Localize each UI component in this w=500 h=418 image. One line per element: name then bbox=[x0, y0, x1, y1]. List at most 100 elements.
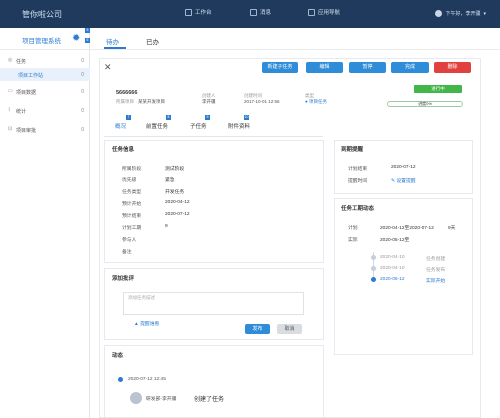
actual-label: 实际 bbox=[348, 238, 358, 243]
sidebar-item-workstation[interactable]: 项目工作站 0 bbox=[0, 68, 90, 81]
actual-range: 2020-05-12至 bbox=[380, 238, 410, 243]
tab-todo[interactable]: 待办 bbox=[106, 36, 119, 46]
gear-icon[interactable]: ✹ bbox=[72, 33, 80, 44]
avatar bbox=[435, 10, 443, 17]
grid-icon bbox=[308, 8, 315, 16]
activity-title: 动态 bbox=[112, 353, 124, 359]
sidebar-item-statistics[interactable]: ⌇ 统计 0 bbox=[0, 104, 90, 117]
chart-icon: ⌇ bbox=[8, 107, 11, 113]
mention-link[interactable]: ▲ 提醒谁看 bbox=[134, 320, 159, 327]
user-icon: ▲ bbox=[134, 322, 139, 327]
annotation-marker: 8 bbox=[166, 115, 171, 120]
plan-label: 计划 bbox=[348, 226, 358, 231]
plan-end-value: 2020-07-12 bbox=[391, 165, 416, 170]
field-value: 紧急 bbox=[165, 178, 175, 183]
timeline-dot bbox=[371, 255, 376, 260]
avatar bbox=[130, 392, 142, 404]
tab-underline bbox=[104, 47, 126, 49]
field-label: 任务类型 bbox=[122, 190, 142, 195]
chevron-down-icon: ▾ bbox=[483, 10, 486, 17]
created-value: 2017-10-01 12:56 bbox=[244, 99, 280, 104]
subtab-predecessor[interactable]: 前置任务 bbox=[146, 122, 168, 130]
project-label: 所属项目 bbox=[116, 99, 134, 104]
timeline-date: 2020-04-10 bbox=[380, 266, 405, 271]
timeline-event: 任务发布 bbox=[426, 268, 446, 273]
edit-icon: ✎ bbox=[391, 179, 396, 184]
field-value: 2020-04-12 bbox=[165, 200, 190, 205]
schedule-title: 任务工期动态 bbox=[341, 206, 375, 212]
plan-end-label: 计划结束 bbox=[348, 167, 368, 172]
task-icon: ◎ bbox=[8, 57, 13, 63]
sidebar-item-approval[interactable]: ⊡ 项目审批 0 bbox=[0, 123, 90, 136]
bell-icon bbox=[250, 8, 257, 16]
monitor-icon bbox=[185, 8, 192, 16]
subtab-subtasks[interactable]: 子任务 bbox=[190, 122, 207, 130]
reminder-title: 到期提醒 bbox=[341, 147, 364, 153]
project-value: 某某开发项目 bbox=[138, 99, 165, 104]
cancel-button[interactable]: 取消 bbox=[277, 324, 302, 334]
annotation-marker: 6 bbox=[85, 38, 90, 43]
pause-button[interactable]: 暂停 bbox=[349, 62, 386, 73]
sidebar-item-tasks[interactable]: ◎ 任务 0 bbox=[0, 54, 90, 67]
comment-input[interactable]: 添加任务描述 bbox=[123, 292, 304, 315]
nav-workbench[interactable]: 工作台 bbox=[185, 8, 212, 16]
field-value: 开发任务 bbox=[165, 190, 185, 195]
data-icon: ▭ bbox=[8, 88, 13, 94]
annotation-marker: 5 bbox=[85, 28, 90, 33]
activity-action: 创建了任务 bbox=[194, 397, 225, 403]
field-value: 测试阶段 bbox=[165, 167, 185, 172]
activity-dot bbox=[118, 377, 123, 382]
subtab-overview[interactable]: 概况 bbox=[115, 122, 126, 130]
sidebar: 项目管理系统 ✹ ◎ 任务 0 项目工作站 0 ▭ 项目数据 0 ⌇ 统计 0 … bbox=[0, 28, 90, 418]
field-label: 预计结束 bbox=[122, 214, 142, 219]
close-icon[interactable]: ✕ bbox=[104, 62, 112, 73]
complete-button[interactable]: 完成 bbox=[391, 62, 429, 73]
field-label: 备注 bbox=[122, 250, 132, 255]
annotation-marker: 10 bbox=[244, 115, 249, 120]
approve-icon: ⊡ bbox=[8, 126, 13, 132]
field-value: 9 bbox=[165, 224, 168, 229]
timeline-date: 2020-05-12 bbox=[380, 277, 405, 282]
remind-time-label: 提醒时间 bbox=[348, 179, 368, 184]
comment-title: 添加批评 bbox=[112, 276, 135, 282]
field-label: 参与人 bbox=[122, 238, 137, 243]
sidebar-header: 项目管理系统 ✹ bbox=[0, 28, 90, 50]
activity-time: 2020-07-12 12:45 bbox=[128, 377, 166, 382]
subtabs-divider bbox=[104, 136, 323, 137]
type-value: ● 项目任务 bbox=[305, 99, 327, 104]
plan-days: 9天 bbox=[448, 226, 456, 231]
field-label: 所属阶段 bbox=[122, 167, 142, 172]
task-name: 5666666 bbox=[116, 90, 138, 96]
progress-bar: 进度0% bbox=[387, 101, 463, 107]
timeline-dot bbox=[371, 266, 376, 271]
sidebar-title: 项目管理系统 bbox=[22, 38, 61, 45]
field-label: 计划工期 bbox=[122, 226, 142, 231]
annotation-marker: 7 bbox=[126, 115, 131, 120]
activity-author: 研发部-李开疆 bbox=[146, 397, 177, 402]
subtab-attachments[interactable]: 附件资料 bbox=[228, 122, 250, 130]
task-info-title: 任务信息 bbox=[112, 147, 135, 153]
user-menu[interactable]: 下午好，李开疆 ▾ bbox=[435, 10, 486, 17]
field-value: 2020-07-12 bbox=[165, 212, 190, 217]
new-subtask-button[interactable]: 新建子任务 bbox=[262, 62, 298, 73]
tab-done[interactable]: 已办 bbox=[146, 36, 159, 46]
edit-button[interactable]: 编辑 bbox=[306, 62, 343, 73]
field-label: 预计开始 bbox=[122, 202, 142, 207]
timeline-event: 实际开始 bbox=[426, 279, 446, 284]
set-reminder-link[interactable]: ✎ 设置提醒 bbox=[391, 177, 416, 184]
creator-value: 李开疆 bbox=[202, 99, 216, 104]
plan-range: 2020-04-12至2020-07-12 bbox=[380, 226, 434, 231]
annotation-marker: 9 bbox=[205, 115, 210, 120]
timeline-event: 任务创建 bbox=[426, 257, 446, 262]
top-bar: 管你啦公司 工作台 消息 应用导航 下午好，李开疆 ▾ bbox=[0, 0, 500, 28]
timeline-date: 2020-04-10 bbox=[380, 255, 405, 260]
status-badge: 进行中 bbox=[414, 85, 462, 93]
field-label: 优先级 bbox=[122, 178, 137, 183]
delete-button[interactable]: 删除 bbox=[434, 62, 471, 73]
timeline-dot-active bbox=[371, 277, 376, 282]
nav-messages[interactable]: 消息 bbox=[250, 8, 271, 16]
publish-button[interactable]: 发布 bbox=[245, 324, 270, 334]
sidebar-item-project-data[interactable]: ▭ 项目数据 0 bbox=[0, 85, 90, 98]
brand-name: 管你啦公司 bbox=[22, 10, 62, 19]
nav-app-navigation[interactable]: 应用导航 bbox=[308, 8, 340, 16]
